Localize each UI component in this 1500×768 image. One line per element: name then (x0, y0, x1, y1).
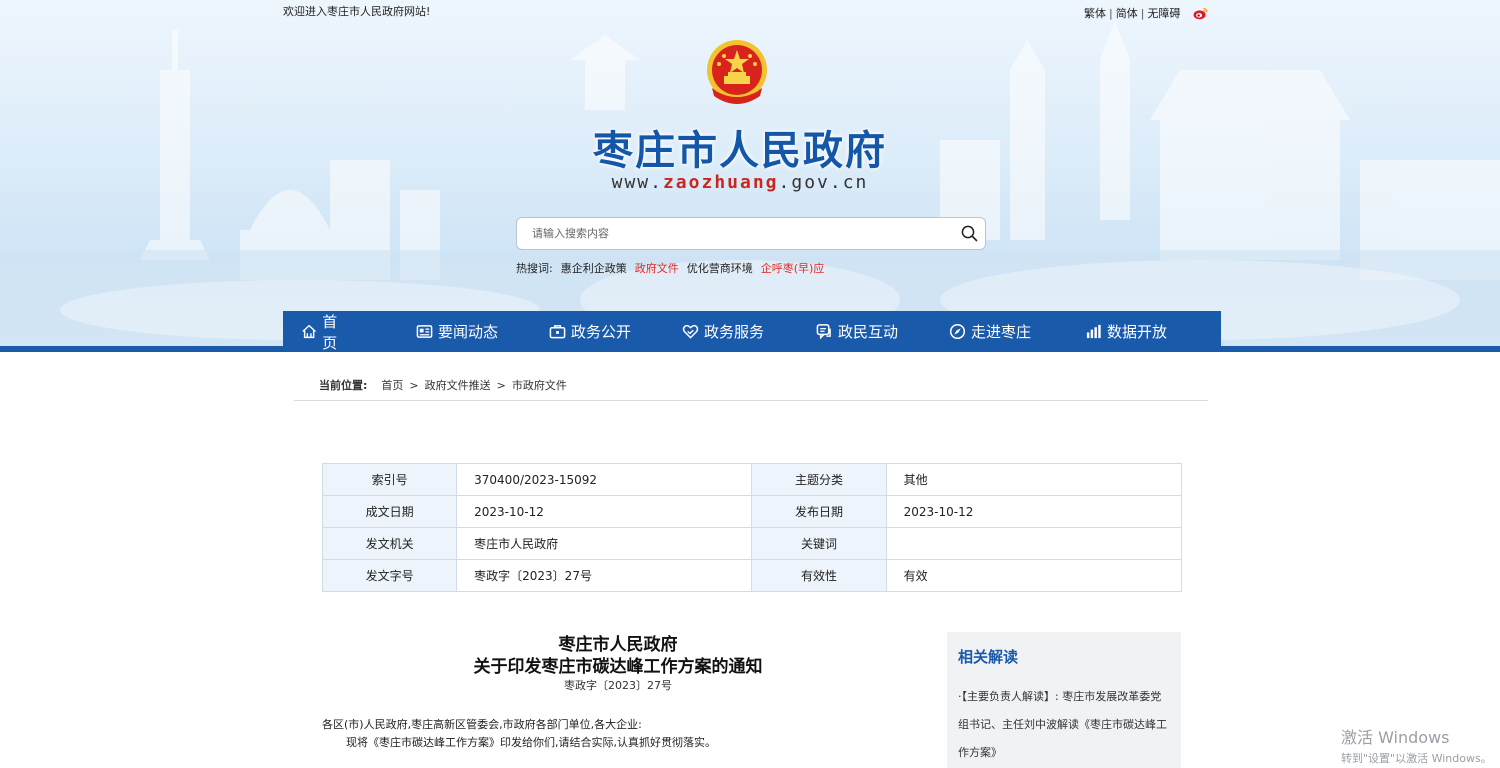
article-paragraph: 现将《枣庄市碳达峰工作方案》印发给你们,请结合实际,认真抓好贯彻落实。 (346, 736, 716, 749)
meta-key: 主题分类 (751, 463, 887, 496)
chat-icon (816, 324, 831, 340)
newspaper-icon (416, 325, 433, 338)
breadcrumb-label: 当前位置: (319, 379, 368, 392)
meta-value: 2023-10-12 (456, 495, 753, 528)
table-row: 发文字号 枣政字〔2023〕27号 有效性 有效 (321, 559, 1183, 592)
meta-key: 发文机关 (321, 527, 458, 560)
breadcrumb-home[interactable]: 首页 (381, 377, 403, 393)
site-url: www.zaozhuang.gov.cn (611, 172, 869, 193)
search-input[interactable] (517, 227, 953, 240)
divider (294, 400, 1208, 401)
table-row: 索引号 370400/2023-15092 主题分类 其他 (321, 463, 1183, 496)
traditional-chinese-link[interactable]: 繁体 (1084, 5, 1106, 21)
nav-item-interaction[interactable]: 政民互动 (790, 311, 924, 352)
article-header: 枣庄市人民政府 关于印发枣庄市碳达峰工作方案的通知 枣政字〔2023〕27号 (322, 634, 914, 694)
bar-chart-icon (1086, 324, 1101, 339)
meta-key: 发文字号 (321, 559, 458, 592)
breadcrumb-gov-docs[interactable]: 政府文件推送 (425, 377, 491, 393)
article-title-line1: 枣庄市人民政府 (558, 635, 678, 655)
simplified-chinese-link[interactable]: 简体 (1116, 5, 1138, 21)
nav-item-news[interactable]: 要闻动态 (390, 311, 524, 352)
table-row: 发文机关 枣庄市人民政府 关键词 (321, 527, 1183, 560)
hot-search-words: 热搜词: 惠企利企政策 政府文件 优化营商环境 企呼枣(早)应 (516, 260, 824, 276)
meta-key: 成文日期 (321, 495, 458, 528)
national-emblem-icon (707, 40, 767, 104)
separator: | (1140, 6, 1145, 20)
breadcrumb: 当前位置: 首页 > 政府文件推送 > 市政府文件 (319, 377, 567, 393)
breadcrumb-separator: > (496, 378, 506, 392)
meta-value: 370400/2023-15092 (456, 463, 753, 496)
hot-word[interactable]: 惠企利企政策 (561, 260, 627, 276)
hot-word[interactable]: 企呼枣(早)应 (761, 260, 825, 276)
weibo-icon[interactable] (1193, 7, 1209, 20)
watermark-line2: 转到"设置"以激活 Windows。 (1341, 752, 1492, 765)
meta-value: 2023-10-12 (885, 495, 1183, 528)
related-item-link[interactable]: ·【主要负责人解读】: 枣庄市发展改革委党组书记、主任刘中波解读《枣庄市碳达峰工… (958, 683, 1171, 767)
main-navigation: 首 页 要闻动态 政务公开 政务服务 政民互动 走进枣庄 数据开放 (283, 311, 1221, 352)
windows-activation-watermark: 激活 Windows 转到"设置"以激活 Windows。 (1341, 724, 1492, 766)
search-box (516, 217, 986, 250)
meta-key: 有效性 (751, 559, 887, 592)
meta-key: 发布日期 (751, 495, 887, 528)
watermark-line1: 激活 Windows (1341, 728, 1450, 747)
nav-label: 走进枣庄 (970, 323, 1031, 341)
nav-label: 政务公开 (570, 323, 631, 341)
home-icon (302, 324, 316, 339)
nav-label: 首 页 (322, 312, 350, 352)
language-switcher: 繁体 | 简体 | 无障碍 (1084, 5, 1209, 21)
related-interpretation-panel: 相关解读 ·【主要负责人解读】: 枣庄市发展改革委党组书记、主任刘中波解读《枣庄… (947, 632, 1181, 768)
separator: | (1109, 6, 1113, 20)
nav-item-open-data[interactable]: 数据开放 (1056, 311, 1196, 352)
article-doc-number: 枣政字〔2023〕27号 (564, 679, 672, 692)
meta-key: 关键词 (751, 527, 887, 560)
search-icon (961, 225, 977, 242)
nav-item-gov-services[interactable]: 政务服务 (656, 311, 790, 352)
meta-value: 其他 (885, 463, 1183, 496)
document-metadata-table: 索引号 370400/2023-15092 主题分类 其他 成文日期 2023-… (321, 463, 1183, 592)
meta-value (885, 527, 1183, 560)
heart-hands-icon (682, 324, 699, 339)
hot-word[interactable]: 优化营商环境 (687, 260, 753, 276)
welcome-text: 欢迎进入枣庄市人民政府网站! (283, 5, 431, 18)
nav-label: 政民互动 (837, 323, 898, 341)
briefcase-icon (549, 325, 566, 339)
nav-item-about-city[interactable]: 走进枣庄 (924, 311, 1056, 352)
article-salutation: 各区(市)人民政府,枣庄高新区管委会,市政府各部门单位,各大企业: (322, 718, 642, 731)
hot-search-label: 热搜词: (516, 262, 553, 275)
compass-icon (949, 323, 966, 340)
nav-item-home[interactable]: 首 页 (283, 311, 390, 352)
site-title: 枣庄市人民政府 (593, 128, 887, 174)
related-panel-title: 相关解读 (958, 648, 1019, 666)
nav-label: 数据开放 (1106, 323, 1167, 341)
nav-label: 要闻动态 (437, 323, 498, 341)
breadcrumb-separator: > (409, 378, 419, 392)
hot-word[interactable]: 政府文件 (635, 260, 679, 276)
nav-item-gov-affairs[interactable]: 政务公开 (524, 311, 656, 352)
search-button[interactable] (953, 218, 985, 249)
article-title-line2: 关于印发枣庄市碳达峰工作方案的通知 (473, 657, 763, 677)
meta-value: 枣庄市人民政府 (456, 527, 753, 560)
table-row: 成文日期 2023-10-12 发布日期 2023-10-12 (321, 495, 1183, 528)
header-banner: 欢迎进入枣庄市人民政府网站! 繁体 | 简体 | 无障碍 枣庄市人民政府 www… (0, 0, 1500, 346)
breadcrumb-city-docs[interactable]: 市政府文件 (512, 377, 567, 393)
nav-label: 政务服务 (703, 323, 764, 341)
meta-key: 索引号 (321, 463, 458, 496)
accessibility-link[interactable]: 无障碍 (1147, 5, 1180, 21)
meta-value: 有效 (885, 559, 1183, 592)
meta-value: 枣政字〔2023〕27号 (456, 559, 753, 592)
article-body: 各区(市)人民政府,枣庄高新区管委会,市政府各部门单位,各大企业: 现将《枣庄市… (322, 716, 914, 752)
